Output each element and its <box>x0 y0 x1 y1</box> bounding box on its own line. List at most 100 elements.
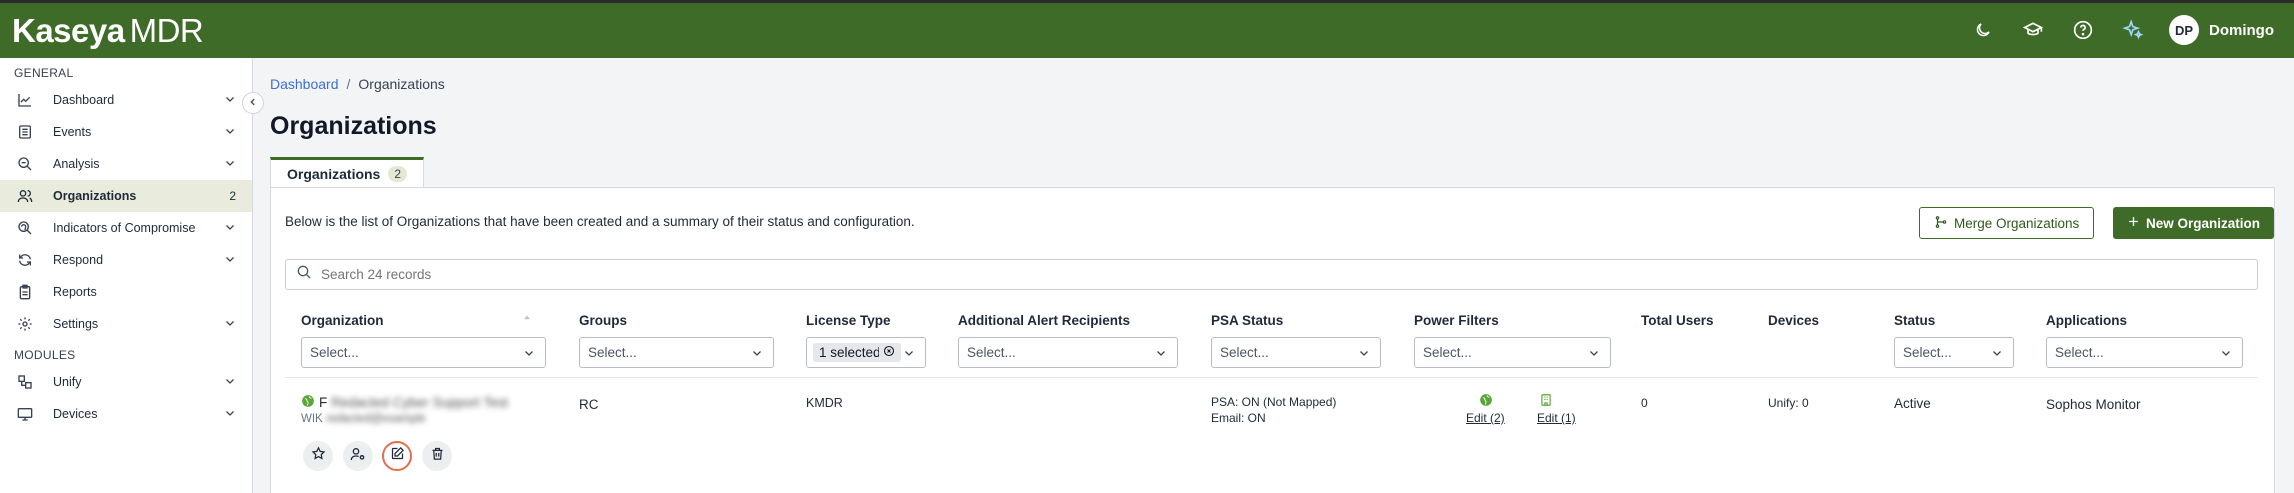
sidebar-item-dashboard[interactable]: Dashboard <box>0 84 252 116</box>
sidebar-item-events[interactable]: Events <box>0 116 252 148</box>
merge-organizations-label: Merge Organizations <box>1954 215 2080 231</box>
sidebar-item-indicators-of-compromise[interactable]: Indicators of Compromise <box>0 212 252 244</box>
sidebar-item-devices[interactable]: Devices <box>0 398 252 430</box>
users-icon <box>16 187 34 205</box>
merge-icon <box>1934 215 1948 232</box>
column-header-total-users[interactable]: Total Users <box>1641 313 1714 328</box>
org-name-initial: F <box>319 395 328 410</box>
avatar: DP <box>2169 15 2199 45</box>
status-filter-select[interactable]: Select... <box>1894 337 2014 368</box>
applications-filter-select[interactable]: Select... <box>2046 337 2243 368</box>
moon-icon[interactable] <box>1969 16 1997 44</box>
chevron-down-icon <box>1358 347 1370 362</box>
org-name-cell[interactable]: F Redacted Cyber Support Test <box>301 394 508 411</box>
power-filter-globe <box>1466 393 1506 410</box>
sidebar-item-unify[interactable]: Unify <box>0 366 252 398</box>
breadcrumb: Dashboard / Organizations <box>270 76 445 92</box>
chevron-down-icon[interactable] <box>224 157 236 172</box>
clipboard-icon <box>16 283 34 301</box>
column-header-devices[interactable]: Devices <box>1768 313 1819 328</box>
chevron-down-icon[interactable] <box>224 407 236 422</box>
search-input[interactable] <box>321 267 2221 282</box>
power-filters-filter-select[interactable]: Select... <box>1414 337 1611 368</box>
row-divider <box>285 377 2258 378</box>
search-field[interactable] <box>285 259 2258 290</box>
alert-recipients-filter-select[interactable]: Select... <box>958 337 1178 368</box>
edit-icon <box>390 446 405 466</box>
breadcrumb-dashboard-link[interactable]: Dashboard <box>270 76 339 92</box>
organization-filter-select[interactable]: Select... <box>301 337 546 368</box>
merge-organizations-button[interactable]: Merge Organizations <box>1919 207 2095 239</box>
user-name: Domingo <box>2209 21 2274 39</box>
license-type-filter-select[interactable]: 1 selected <box>806 337 926 368</box>
sidebar-item-reports[interactable]: Reports <box>0 276 252 308</box>
new-organization-button[interactable]: New Organization <box>2113 207 2274 239</box>
globe-icon <box>301 394 315 411</box>
column-header-power-filters[interactable]: Power Filters <box>1414 313 1499 328</box>
star-icon <box>311 446 326 466</box>
psa-status-line1: PSA: ON (Not Mapped) <box>1211 395 1337 409</box>
chevron-down-icon[interactable] <box>224 317 236 332</box>
psa-status-filter-select[interactable]: Select... <box>1211 337 1381 368</box>
gear-icon <box>16 315 34 333</box>
power-filter-edit-2[interactable]: Edit (1) <box>1537 411 1576 425</box>
psa-status-line2: Email: ON <box>1211 411 1266 425</box>
sidebar-item-label: Analysis <box>53 157 100 171</box>
modules-section-label: MODULES <box>14 348 76 362</box>
top-actions: DP Domingo <box>1969 15 2274 45</box>
tab-organizations[interactable]: Organizations 2 <box>270 157 425 188</box>
chevron-down-icon <box>1155 347 1167 362</box>
sidebar-item-organizations[interactable]: Organizations 2 <box>0 180 252 212</box>
edit-link-label: Edit (2) <box>1466 411 1505 425</box>
org-subtitle-redacted: redacted@example <box>325 413 426 425</box>
sidebar-item-settings[interactable]: Settings <box>0 308 252 340</box>
column-header-psa-status[interactable]: PSA Status <box>1211 313 1283 328</box>
trash-icon <box>430 446 445 466</box>
sidebar-item-label: Events <box>53 125 92 139</box>
column-header-status[interactable]: Status <box>1894 313 1935 328</box>
power-filter-edit-1[interactable]: Edit (2) <box>1466 411 1505 425</box>
chevron-down-icon[interactable] <box>224 93 236 108</box>
help-icon[interactable] <box>2069 16 2097 44</box>
column-header-alert-recipients[interactable]: Additional Alert Recipients <box>958 313 1130 328</box>
sort-icon[interactable] <box>522 310 532 328</box>
sidebar-item-label: Settings <box>53 317 99 331</box>
graduation-cap-icon[interactable] <box>2019 16 2047 44</box>
column-header-license-type[interactable]: License Type <box>806 313 891 328</box>
sidebar-item-count: 2 <box>229 189 236 203</box>
license-cell: KMDR <box>806 396 843 410</box>
chevron-down-icon[interactable] <box>224 221 236 236</box>
org-name: Redacted Cyber Support Test <box>331 395 509 410</box>
chevron-down-icon[interactable] <box>224 375 236 390</box>
breadcrumb-current: Organizations <box>358 76 445 92</box>
column-header-applications[interactable]: Applications <box>2046 313 2127 328</box>
total-users-cell: 0 <box>1641 396 1648 410</box>
groups-filter-select[interactable]: Select... <box>579 337 774 368</box>
user-menu[interactable]: DP Domingo <box>2169 15 2274 45</box>
selected-chip-label: 1 selected <box>819 345 879 360</box>
chevron-down-icon[interactable] <box>224 253 236 268</box>
edit-button[interactable] <box>382 441 412 471</box>
chevron-down-icon <box>1588 347 1600 362</box>
favorite-button[interactable] <box>303 441 333 471</box>
tab-count-badge: 2 <box>388 166 408 182</box>
app-logo[interactable]: Kaseya MDR <box>12 12 204 50</box>
sparkle-ai-icon[interactable] <box>2119 16 2147 44</box>
column-header-organization[interactable]: Organization <box>301 313 384 328</box>
user-settings-button[interactable] <box>343 441 373 471</box>
select-placeholder: Select... <box>967 345 1016 360</box>
column-header-label: Organization <box>301 313 384 328</box>
chevron-down-icon[interactable] <box>224 125 236 140</box>
sidebar-item-label: Reports <box>53 285 97 299</box>
logo-brand: Kaseya <box>12 12 125 49</box>
chevron-down-icon <box>751 347 763 362</box>
sidebar-item-analysis[interactable]: Analysis <box>0 148 252 180</box>
column-header-groups[interactable]: Groups <box>579 313 627 328</box>
clear-selection-icon[interactable] <box>883 345 895 360</box>
select-placeholder: Select... <box>2055 345 2104 360</box>
plus-icon <box>2127 215 2140 231</box>
sidebar-item-respond[interactable]: Respond <box>0 244 252 276</box>
network-icon <box>16 373 34 391</box>
select-placeholder: Select... <box>1220 345 1269 360</box>
delete-button[interactable] <box>422 441 452 471</box>
